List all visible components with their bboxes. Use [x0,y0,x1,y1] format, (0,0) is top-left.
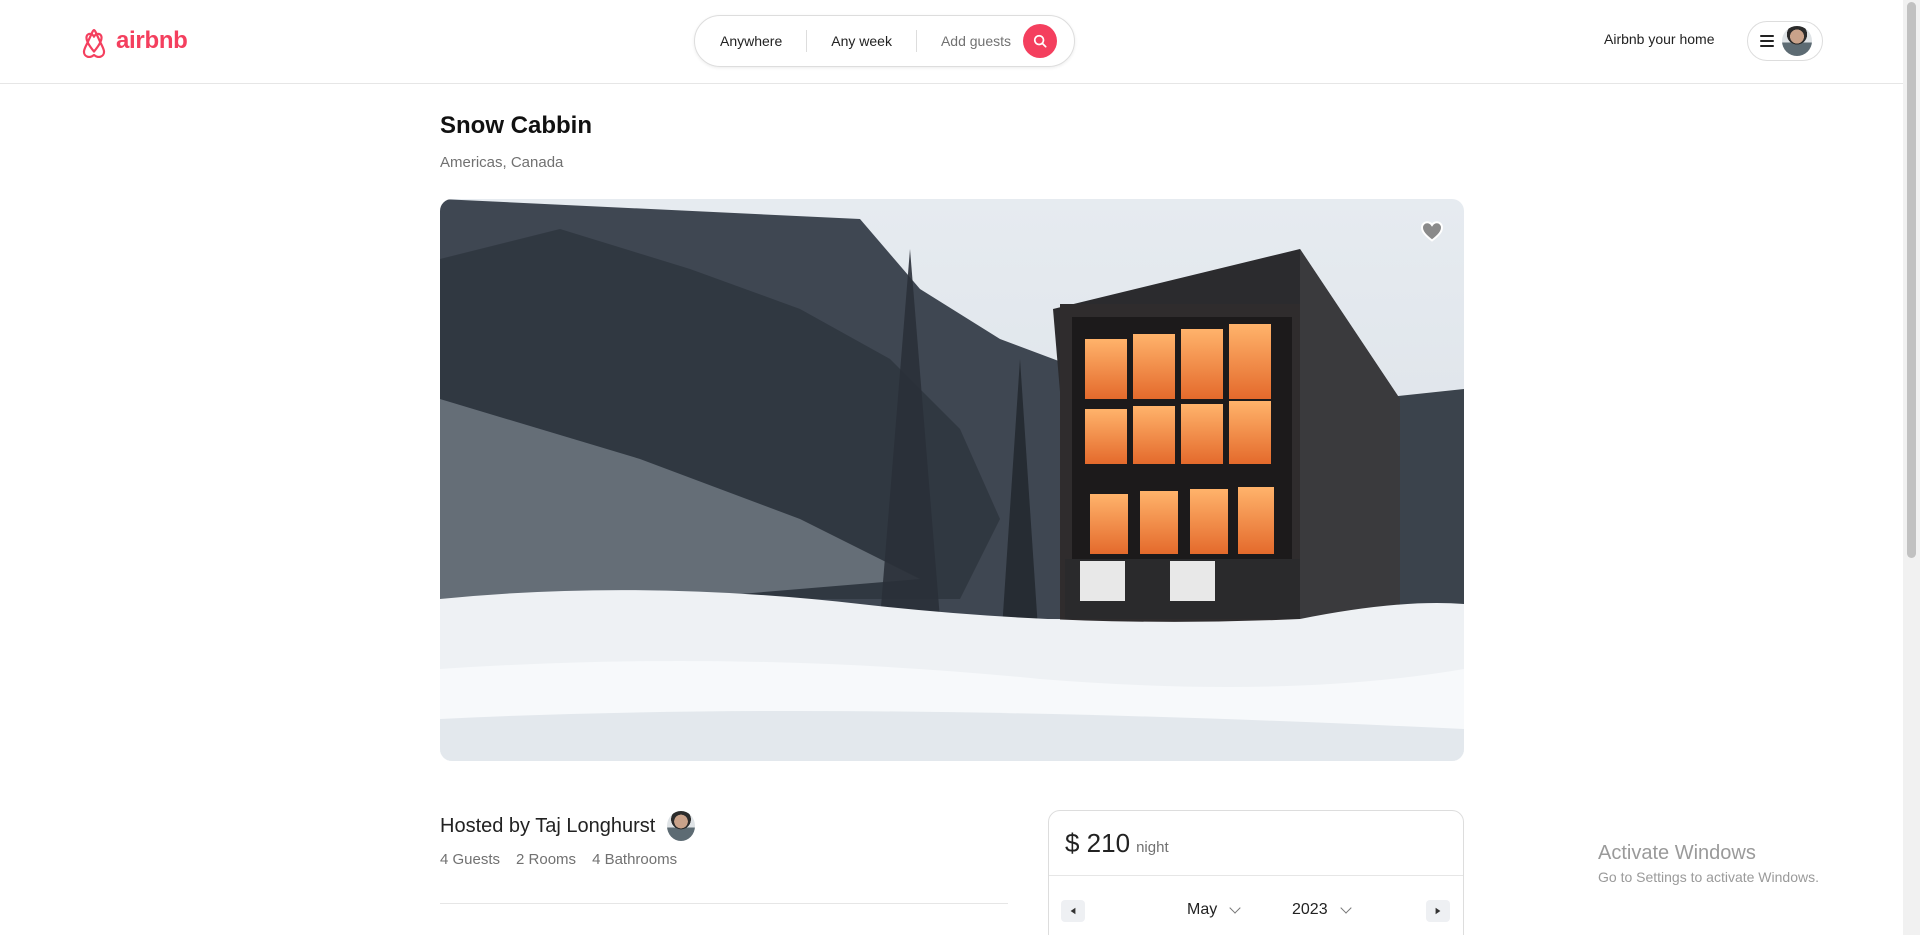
chevron-down-icon [1229,902,1241,914]
calendar-header: May 2023 [1061,900,1451,924]
guests-count: 4 Guests [440,851,501,868]
scrollbar-thumb[interactable] [1907,2,1916,558]
chevron-down-icon [1339,902,1352,914]
section-divider [440,903,1008,904]
hamburger-menu-icon [1760,35,1774,47]
activate-title: Activate Windows [1598,842,1756,864]
next-month-button[interactable] [1426,900,1450,922]
caret-left-icon [1070,907,1076,915]
hosted-by-text: Hosted by Taj Longhurst [440,814,656,837]
activate-windows-watermark: Activate Windows Go to Settings to activ… [1598,842,1819,885]
search-bar[interactable]: Anywhere Any week Add guests [694,15,1075,67]
search-button[interactable] [1023,24,1058,58]
listing-stats: 4 Guests 2 Rooms 4 Bathrooms [440,851,677,868]
caret-right-icon [1435,907,1441,915]
airbnb-your-home-link[interactable]: Airbnb your home [1604,31,1715,47]
page-scrollbar[interactable] [1903,0,1920,935]
month-select[interactable]: May [1187,901,1241,919]
listing-photo[interactable] [440,199,1464,761]
heart-icon [1420,221,1444,242]
nightly-price: $ 210 [1065,828,1131,858]
logo-text: airbnb [116,27,188,54]
year-value: 2023 [1292,901,1328,918]
airbnb-logo-icon [82,29,106,58]
search-icon [1033,34,1047,48]
price-unit: night [1136,839,1169,856]
rooms-count: 2 Rooms [516,851,577,868]
listing-title: Snow Cabbin [440,112,592,139]
search-guests[interactable]: Add guests [917,30,1023,52]
top-navbar: airbnb Anywhere Any week Add guests Airb… [0,0,1903,84]
snow-cabin-image [440,199,1464,761]
search-location[interactable]: Anywhere [695,30,806,52]
favorite-heart-button[interactable] [1420,220,1444,242]
listing-location: Americas, Canada [440,154,564,171]
booking-card: $ 210 night May 2023 [1048,810,1464,935]
prev-month-button[interactable] [1061,900,1085,922]
activate-subtitle: Go to Settings to activate Windows. [1598,869,1819,885]
bathrooms-count: 4 Bathrooms [592,851,678,868]
month-value: May [1187,901,1218,918]
user-menu-button[interactable] [1747,21,1823,61]
card-divider [1049,875,1463,876]
user-avatar [1782,26,1812,56]
host-row: Hosted by Taj Longhurst [440,811,696,841]
airbnb-logo[interactable]: airbnb [78,24,188,58]
year-select[interactable]: 2023 [1292,901,1352,919]
price-row: $ 210 night [1065,828,1169,859]
host-avatar [667,811,696,841]
search-dates[interactable]: Any week [807,30,916,52]
